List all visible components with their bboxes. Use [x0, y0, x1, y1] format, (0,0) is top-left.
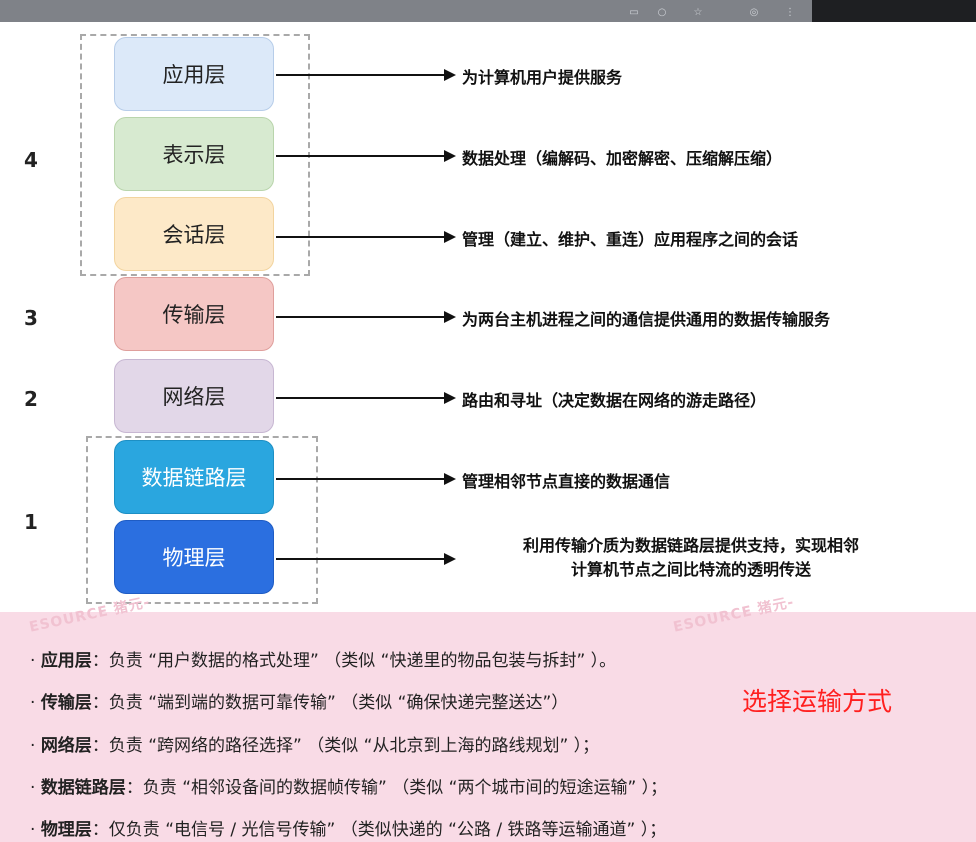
desc-physical-line1: 利用传输介质为数据链路层提供支持，实现相邻 — [522, 536, 859, 555]
note-text: ：负责 “端到端的数据可靠传输” （类似 “确保快递完整送达”） — [91, 693, 569, 713]
bullet-dot: · — [30, 693, 41, 713]
desc-application: 为计算机用户提供服务 — [462, 68, 623, 87]
bullet-dot: · — [30, 736, 41, 756]
group-number-4: 4 — [24, 148, 38, 172]
profile-icon[interactable]: ◎ — [748, 8, 760, 18]
layer-presentation: 表示层 — [114, 117, 274, 191]
note-term: 物理层 — [40, 820, 92, 840]
desc-data-link: 管理相邻节点直接的数据通信 — [462, 472, 671, 491]
layer-network: 网络层 — [114, 359, 274, 433]
note-transport: · 传输层：负责 “端到端的数据可靠传输” （类似 “确保快递完整送达”） — [30, 688, 568, 713]
group-number-2: 2 — [24, 387, 38, 411]
arrow-head-transport — [444, 311, 456, 323]
arrow-physical — [276, 558, 446, 560]
screenshot-icon[interactable]: ▭ — [628, 8, 640, 18]
layer-session: 会话层 — [114, 197, 274, 271]
group-number-1: 1 — [24, 510, 38, 534]
note-text: ：负责 “相邻设备间的数据帧传输” （类似 “两个城市间的短途运输” ）； — [125, 778, 668, 798]
red-annotation: 选择运输方式 — [742, 687, 893, 716]
desc-network: 路由和寻址（决定数据在网络的游走路径） — [462, 391, 767, 410]
arrow-network — [276, 397, 446, 399]
menu-icon[interactable]: ⋮ — [784, 8, 796, 18]
arrow-application — [276, 74, 446, 76]
star-icon[interactable]: ☆ — [692, 8, 704, 18]
browser-toolbar-dark-area — [812, 0, 976, 22]
note-text: ：仅负责 “电信号 / 光信号传输” （类似快递的 “公路 / 铁路等运输通道”… — [91, 820, 667, 840]
search-icon[interactable]: ○ — [656, 8, 668, 18]
note-term: 网络层 — [40, 736, 92, 756]
note-application: · 应用层：负责 “用户数据的格式处理” （类似 “快递里的物品包装与拆封” ）… — [30, 646, 616, 671]
bullet-dot: · — [30, 820, 41, 840]
note-network: · 网络层：负责 “跨网络的路径选择” （类似 “从北京到上海的路线规划” ）； — [30, 731, 599, 756]
arrow-session — [276, 236, 446, 238]
desc-session: 管理（建立、维护、重连）应用程序之间的会话 — [462, 230, 799, 249]
note-term: 数据链路层 — [40, 778, 126, 798]
layer-application: 应用层 — [114, 37, 274, 111]
arrow-head-data-link — [444, 473, 456, 485]
arrow-head-presentation — [444, 150, 456, 162]
arrow-head-network — [444, 392, 456, 404]
desc-presentation: 数据处理（编解码、加密解密、压缩解压缩） — [462, 149, 783, 168]
note-text: ：负责 “用户数据的格式处理” （类似 “快递里的物品包装与拆封” ）。 — [91, 651, 617, 671]
note-data-link: · 数据链路层：负责 “相邻设备间的数据帧传输” （类似 “两个城市间的短途运输… — [30, 773, 667, 798]
arrow-head-application — [444, 69, 456, 81]
note-text: ：负责 “跨网络的路径选择” （类似 “从北京到上海的路线规划” ）； — [91, 736, 600, 756]
layer-data-link: 数据链路层 — [114, 440, 274, 514]
note-physical: · 物理层：仅负责 “电信号 / 光信号传输” （类似快递的 “公路 / 铁路等… — [30, 815, 666, 840]
bullet-dot: · — [30, 651, 41, 671]
layer-transport: 传输层 — [114, 277, 274, 351]
arrow-transport — [276, 316, 446, 318]
arrow-presentation — [276, 155, 446, 157]
layer-physical: 物理层 — [114, 520, 274, 594]
desc-transport: 为两台主机进程之间的通信提供通用的数据传输服务 — [462, 310, 831, 329]
arrow-data-link — [276, 478, 446, 480]
desc-physical: 利用传输介质为数据链路层提供支持，实现相邻 计算机节点之间比特流的透明传送 — [456, 534, 926, 582]
note-term: 应用层 — [40, 651, 92, 671]
arrow-head-physical — [444, 553, 456, 565]
arrow-head-session — [444, 231, 456, 243]
note-term: 传输层 — [40, 693, 92, 713]
group-number-3: 3 — [24, 306, 38, 330]
bullet-dot: · — [30, 778, 41, 798]
desc-physical-line2: 计算机节点之间比特流的透明传送 — [570, 560, 811, 579]
